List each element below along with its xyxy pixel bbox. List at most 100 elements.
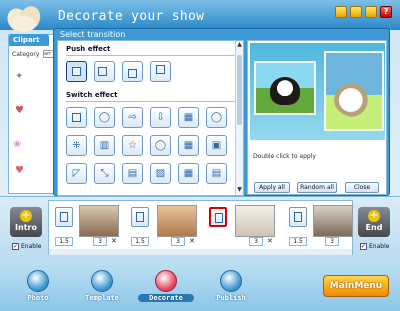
intro-enable[interactable]: ✓ Enable <box>12 243 41 250</box>
scroll-down-icon[interactable]: ▼ <box>236 186 243 194</box>
remove-icon[interactable]: ✕ <box>111 237 117 245</box>
effects-scrollbar[interactable]: ▲ ▼ <box>235 41 243 195</box>
switch-effect[interactable]: ⇩ <box>150 107 171 128</box>
switch-effect[interactable]: ▤ <box>206 163 227 184</box>
folder-icon[interactable] <box>335 6 347 18</box>
close-button[interactable]: Close <box>345 182 379 193</box>
category-label: Category <box>12 51 40 58</box>
intro-button[interactable]: + Intro <box>10 207 42 237</box>
scroll-thumb[interactable] <box>237 55 242 125</box>
photo-icon <box>27 270 49 292</box>
window-controls: ? <box>335 6 392 18</box>
photo-thumbnail[interactable] <box>79 205 119 237</box>
switch-effect[interactable]: ⤡ <box>94 163 115 184</box>
folder-open-icon[interactable] <box>350 6 362 18</box>
switch-effect[interactable]: ◯ <box>94 107 115 128</box>
remove-icon[interactable]: ✕ <box>189 237 195 245</box>
switch-effect[interactable]: ⇨ <box>122 107 143 128</box>
photo-thumbnail[interactable] <box>235 205 275 237</box>
switch-effect[interactable]: ☆ <box>122 135 143 156</box>
title-bar: Decorate your show ? <box>0 0 400 32</box>
push-effect-2[interactable] <box>94 61 115 82</box>
transition-preview <box>250 43 385 140</box>
app-window: Decorate your show ? Clipart Category ar… <box>0 0 400 311</box>
clipart-item[interactable]: ❀ <box>13 139 21 150</box>
switch-effect-heading: Switch effect <box>66 91 118 99</box>
dialog-title: Select transition <box>60 30 126 39</box>
switch-effect[interactable]: ▤ <box>122 163 143 184</box>
remove-icon[interactable]: ✕ <box>267 237 273 245</box>
select-transition-dialog: Select transition Push effect Switch eff… <box>53 28 390 196</box>
scroll-up-icon[interactable]: ▲ <box>236 41 243 49</box>
photo-duration[interactable]: 3 <box>325 237 339 246</box>
plus-icon: + <box>368 210 380 222</box>
divider <box>66 55 236 56</box>
storyboard-track: 1.5 3 ✕ 1.5 3 ✕ 3 ✕ 1.5 3 <box>48 200 353 255</box>
transition-slot-selected[interactable] <box>209 207 227 227</box>
transition-slot[interactable] <box>55 207 73 227</box>
end-label: End <box>365 223 383 232</box>
end-button[interactable]: + End <box>358 207 390 237</box>
main-menu-button[interactable]: MainMenu <box>323 275 389 297</box>
photo-duration[interactable]: 3 <box>93 237 107 246</box>
intro-label: Intro <box>15 223 37 232</box>
photo-thumbnail[interactable] <box>313 205 353 237</box>
switch-effect[interactable]: ▦ <box>178 135 199 156</box>
nav-photo[interactable]: Photo <box>10 270 66 302</box>
clipart-item[interactable]: ♥ <box>15 105 24 116</box>
decorate-icon <box>155 270 177 292</box>
switch-effect[interactable] <box>66 107 87 128</box>
random-all-button[interactable]: Random all <box>297 182 337 193</box>
switch-effect[interactable]: ▦ <box>178 107 199 128</box>
push-effect-3[interactable] <box>122 61 143 82</box>
nav-label: Photo <box>27 294 49 302</box>
rabbit-photo <box>324 51 384 131</box>
nav-decorate[interactable]: Decorate <box>138 270 194 302</box>
switch-effect[interactable]: ◸ <box>66 163 87 184</box>
preview-panel: Double click to apply Apply all Random a… <box>247 40 387 195</box>
push-effect-1[interactable] <box>66 61 87 82</box>
clipart-panel: Clipart Category arr ✦ ♥ ❀ ♥ <box>8 34 56 194</box>
nav-template[interactable]: Template <box>74 270 130 302</box>
apply-all-button[interactable]: Apply all <box>254 182 290 193</box>
enable-label: Enable <box>369 243 390 250</box>
switch-effect[interactable]: ◯ <box>206 107 227 128</box>
photo-thumbnail[interactable] <box>157 205 197 237</box>
plus-icon: + <box>20 210 32 222</box>
switch-effect[interactable]: ▥ <box>94 135 115 156</box>
nav-label: Decorate <box>138 294 194 302</box>
transition-duration[interactable]: 1.5 <box>289 237 307 246</box>
transition-slot[interactable] <box>289 207 307 227</box>
photo-duration[interactable]: 3 <box>249 237 263 246</box>
end-enable-checkbox[interactable]: ✓ <box>360 243 367 250</box>
nav-label: Publish <box>216 294 246 302</box>
end-enable[interactable]: ✓ Enable <box>360 243 389 250</box>
clipart-item[interactable]: ♥ <box>15 165 24 176</box>
transition-duration[interactable]: 1.5 <box>131 237 149 246</box>
switch-effect[interactable]: ⁜ <box>66 135 87 156</box>
transition-slot[interactable] <box>131 207 149 227</box>
publish-icon <box>220 270 242 292</box>
switch-effect[interactable]: ▨ <box>150 163 171 184</box>
dog-photo <box>254 61 316 115</box>
bottom-navigation: Photo Template Decorate Publish MainMenu <box>0 260 400 311</box>
transition-duration[interactable]: 1.5 <box>55 237 73 246</box>
nav-publish[interactable]: Publish <box>203 270 259 302</box>
push-effect-4[interactable] <box>150 61 171 82</box>
intro-enable-checkbox[interactable]: ✓ <box>12 243 19 250</box>
timeline: + Intro ✓ Enable 1.5 3 ✕ 1.5 3 ✕ 3 ✕ 1.5… <box>0 196 400 260</box>
effects-list: Push effect Switch effect ◯ ⇨ ⇩ ▦ ◯ ⁜ ▥ … <box>57 40 244 196</box>
template-icon <box>91 270 113 292</box>
tab-clipart[interactable]: Clipart <box>9 34 49 46</box>
nav-label: Template <box>85 294 119 302</box>
photo-duration[interactable]: 3 <box>171 237 185 246</box>
switch-effect[interactable]: ◯ <box>150 135 171 156</box>
double-click-hint: Double click to apply <box>253 153 316 160</box>
settings-icon[interactable] <box>365 6 377 18</box>
help-icon[interactable]: ? <box>380 6 392 18</box>
switch-effect[interactable]: ▦ <box>178 163 199 184</box>
push-effect-heading: Push effect <box>66 45 111 53</box>
switch-effect[interactable]: ▣ <box>206 135 227 156</box>
timeline-scrollbar[interactable] <box>49 249 352 255</box>
clipart-item[interactable]: ✦ <box>15 71 23 82</box>
